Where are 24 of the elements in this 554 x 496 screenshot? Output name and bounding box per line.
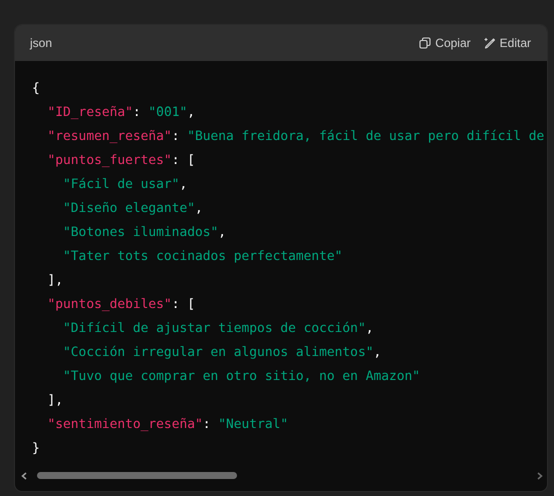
scroll-left-icon[interactable] [21, 472, 27, 480]
scroll-right-icon[interactable] [537, 472, 543, 480]
code-line: } [32, 441, 40, 456]
pencil-icon [484, 37, 496, 49]
code-line: "Tuvo que comprar en otro sitio, no en Amazon" [63, 369, 420, 384]
code-line: "Tater tots cocinados perfectamente" [63, 249, 342, 264]
code-line: "Diseño elegante", [63, 201, 203, 216]
scrollbar-thumb[interactable] [37, 472, 237, 479]
code-line: ], [48, 393, 64, 408]
code-line: "sentimiento_reseña": "Neutral" [48, 417, 288, 432]
code-line: "Difícil de ajustar tiempos de cocción", [63, 321, 374, 336]
code-line: "Fácil de usar", [63, 177, 188, 192]
edit-button[interactable]: Editar [484, 36, 531, 50]
code-line: { [32, 81, 40, 96]
code-line: "resumen_reseña": "Buena freidora, fácil de usar pero difícil de [48, 129, 544, 144]
code-line: "puntos_fuertes": [ [48, 153, 195, 168]
code-line: "Cocción irregular en algunos alimentos", [63, 345, 382, 360]
code-line: "puntos_debiles": [ [48, 297, 195, 312]
copy-button[interactable]: Copiar [419, 36, 471, 50]
code-line: ], [48, 273, 64, 288]
code-line: "Botones iluminados", [63, 225, 226, 240]
code-line: "ID_reseña": "001", [48, 105, 195, 120]
language-label: json [30, 36, 52, 50]
copy-icon [419, 37, 432, 49]
